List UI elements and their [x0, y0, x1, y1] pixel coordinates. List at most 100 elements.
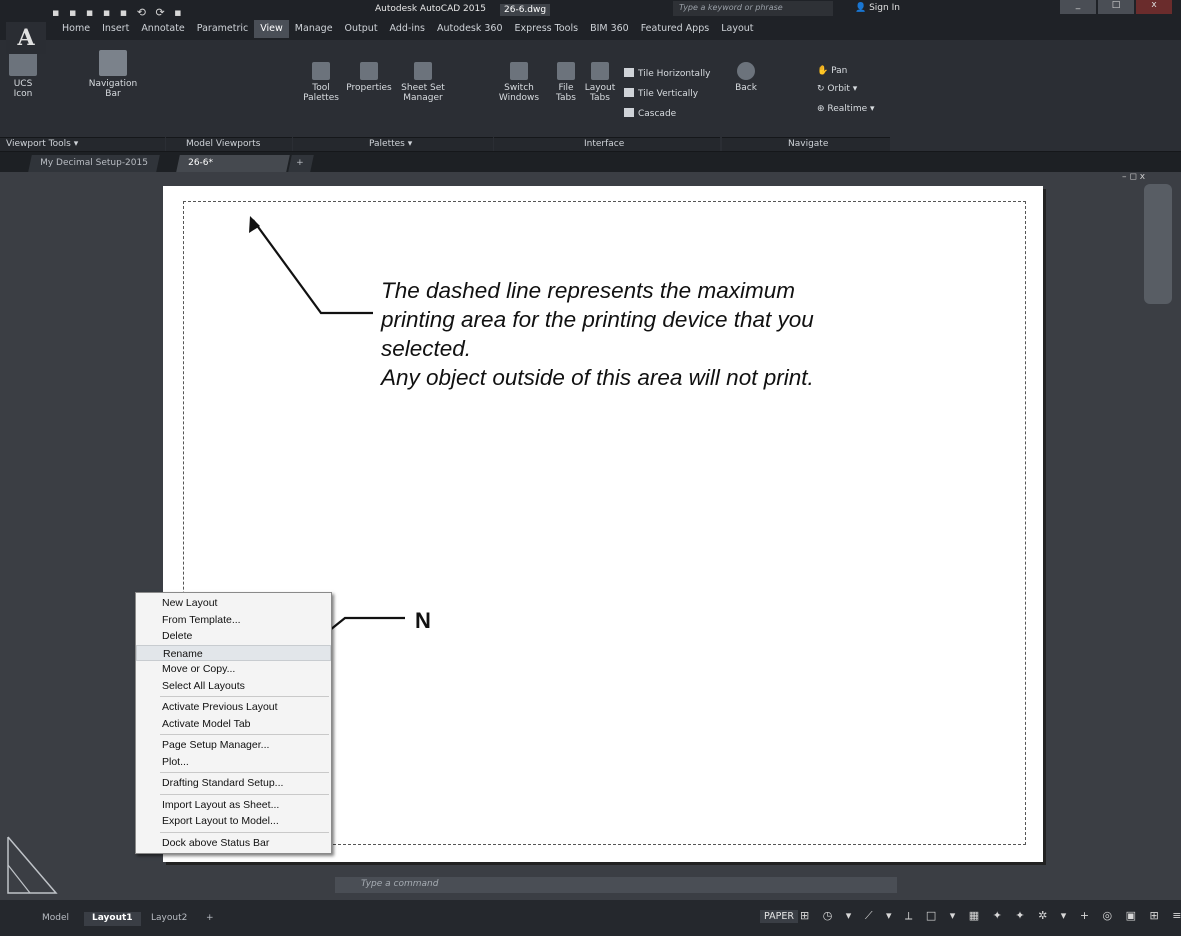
sheet-set-manager-label: Sheet Set Manager: [401, 83, 445, 103]
ucs-icon-button[interactable]: UCS Icon: [6, 50, 40, 99]
title-bar: A ▪ ▪ ▪ ▪ ▪ ⟲ ⟳ ▪ Autodesk AutoCAD 2015 …: [0, 0, 1181, 54]
viewport-tools-panel-title[interactable]: Viewport Tools ▾: [0, 137, 165, 151]
orbit-icon: ↻: [817, 84, 828, 94]
ribbon-tab-output[interactable]: Output: [339, 20, 384, 38]
back-icon: [737, 62, 755, 80]
ribbon-tab-layout[interactable]: Layout: [715, 20, 759, 38]
menu-item-page-setup-manager[interactable]: Page Setup Manager...: [136, 737, 331, 754]
menu-item-dock-above-status-bar[interactable]: Dock above Status Bar: [136, 835, 331, 852]
menu-item-export-layout-to-model[interactable]: Export Layout to Model...: [136, 813, 331, 830]
maximize-button[interactable]: □: [1098, 0, 1134, 14]
ribbon-tab-home[interactable]: Home: [56, 20, 96, 38]
menu-item-drafting-standard-setup[interactable]: Drafting Standard Setup...: [136, 775, 331, 792]
back-label: Back: [735, 83, 757, 93]
navigate-panel-title: Navigate: [722, 137, 890, 151]
ribbon-tab-insert[interactable]: Insert: [96, 20, 135, 38]
tool-palettes-button[interactable]: Tool Palettes: [302, 62, 340, 103]
menu-item-plot[interactable]: Plot...: [136, 754, 331, 771]
ribbon-tab-autodesk-360[interactable]: Autodesk 360: [431, 20, 509, 38]
ucs-triangle-icon: [7, 836, 58, 894]
switch-windows-icon: [510, 62, 528, 80]
minimize-button[interactable]: _: [1060, 0, 1096, 14]
layout-tab-layout1[interactable]: Layout1: [84, 912, 141, 926]
paper-space-toggle[interactable]: PAPER: [760, 910, 798, 923]
sign-in-button[interactable]: 👤 Sign In: [855, 3, 900, 13]
properties-button[interactable]: Properties: [342, 62, 396, 93]
cascade-label: Cascade: [638, 109, 677, 119]
navigation-bar-icon: [99, 50, 127, 76]
ucs-icon-label: UCS Icon: [13, 79, 33, 99]
menu-separator: [160, 793, 329, 795]
model-viewports-panel-title: Model Viewports: [166, 137, 292, 151]
menu-item-new-layout[interactable]: New Layout: [136, 595, 331, 612]
tile-vertically-button[interactable]: Tile Vertically: [624, 88, 698, 99]
pan-icon: ✋: [817, 66, 832, 76]
menu-item-delete[interactable]: Delete: [136, 628, 331, 645]
menu-item-import-layout-as-sheet[interactable]: Import Layout as Sheet...: [136, 797, 331, 814]
close-button[interactable]: x: [1136, 0, 1172, 14]
viewport-window-controls[interactable]: – ◻ x: [1122, 172, 1145, 182]
plus-icon: +: [296, 158, 304, 168]
sheet-set-manager-button[interactable]: Sheet Set Manager: [396, 62, 450, 103]
menu-item-activate-previous-layout[interactable]: Activate Previous Layout: [136, 699, 331, 716]
sign-in-label: Sign In: [869, 3, 900, 13]
application-menu-button[interactable]: A: [6, 22, 46, 54]
ribbon-tab-bim-360[interactable]: BIM 360: [584, 20, 635, 38]
layout-tab-layout2[interactable]: Layout2: [143, 912, 195, 926]
new-file-tab-button[interactable]: +: [288, 155, 314, 172]
file-tab-26-6[interactable]: 26-6*: [176, 155, 290, 172]
menu-item-select-all-layouts[interactable]: Select All Layouts: [136, 678, 331, 695]
menu-item-activate-model-tab[interactable]: Activate Model Tab: [136, 716, 331, 733]
interface-panel-title: Interface: [494, 137, 720, 151]
palettes-panel-title[interactable]: Palettes ▾: [293, 137, 493, 151]
navigation-bar[interactable]: [1144, 184, 1172, 304]
window-file-name: 26-6.dwg: [500, 4, 551, 16]
menu-item-move-or-copy[interactable]: Move or Copy...: [136, 661, 331, 678]
tile-horizontally-label: Tile Horizontally: [638, 69, 711, 79]
layout-tab-model[interactable]: Model: [34, 912, 77, 926]
command-line-input[interactable]: Type a command: [335, 877, 897, 893]
orbit-button[interactable]: ↻ Orbit ▾: [817, 84, 857, 94]
file-tabs-label: File Tabs: [556, 83, 576, 103]
status-bar-tool-icons[interactable]: ⊞ ◷ ▾ ⟋ ▾ ⟂ □ ▾ ▦ ✦ ✦ ✲ ▾ + ◎ ▣ ⊞ ≡: [800, 909, 1181, 923]
sheet-set-icon: [414, 62, 432, 80]
pan-button[interactable]: ✋ Pan: [817, 66, 847, 76]
back-button[interactable]: Back: [730, 62, 762, 93]
file-tab-label: My Decimal Setup-2015: [40, 158, 148, 168]
ribbon-tab-featured-apps[interactable]: Featured Apps: [635, 20, 715, 38]
ribbon-tab-express-tools[interactable]: Express Tools: [509, 20, 585, 38]
file-tabs-button[interactable]: File Tabs: [553, 62, 579, 103]
switch-windows-button[interactable]: Switch Windows: [497, 62, 541, 103]
pan-label: Pan: [831, 66, 848, 76]
file-tab-strip: My Decimal Setup-2015 26-6* +: [0, 152, 1181, 172]
cascade-button[interactable]: Cascade: [624, 108, 676, 119]
tile-horizontally-button[interactable]: Tile Horizontally: [624, 68, 710, 79]
navigation-bar-label: Navigation Bar: [88, 79, 138, 99]
realtime-button[interactable]: ⊕ Realtime ▾: [817, 104, 875, 114]
cascade-icon: [624, 108, 634, 117]
navigation-bar-button[interactable]: Navigation Bar: [84, 50, 142, 99]
add-layout-button[interactable]: +: [198, 912, 222, 926]
menu-separator: [160, 831, 329, 833]
zoom-icon: ⊕: [817, 104, 828, 114]
ribbon-tab-view[interactable]: View: [254, 20, 289, 38]
ribbon-panel: UCS Icon Navigation Bar Viewport Tools ▾…: [0, 40, 1181, 152]
properties-label: Properties: [346, 83, 392, 93]
ribbon-tab-annotate[interactable]: Annotate: [135, 20, 190, 38]
ribbon-tab-parametric[interactable]: Parametric: [191, 20, 254, 38]
search-input[interactable]: Type a keyword or phrase: [673, 1, 833, 16]
quick-access-toolbar[interactable]: ▪ ▪ ▪ ▪ ▪ ⟲ ⟳ ▪: [52, 6, 185, 19]
menu-item-rename[interactable]: Rename: [136, 644, 331, 661]
menu-separator: [160, 696, 329, 697]
switch-windows-label: Switch Windows: [498, 83, 540, 103]
print-area-arrow: [249, 216, 373, 315]
menu-item-from-template[interactable]: From Template...: [136, 612, 331, 629]
file-tab-my-decimal-setup[interactable]: My Decimal Setup-2015: [28, 155, 160, 172]
window-title: Autodesk AutoCAD 2015: [375, 4, 486, 14]
ribbon-tab-add-ins[interactable]: Add-ins: [384, 20, 431, 38]
ribbon-tab-manage[interactable]: Manage: [289, 20, 339, 38]
menu-separator: [160, 734, 329, 735]
user-icon: 👤: [855, 3, 870, 13]
tile-vertically-label: Tile Vertically: [638, 89, 699, 99]
layout-tabs-button[interactable]: Layout Tabs: [583, 62, 617, 103]
